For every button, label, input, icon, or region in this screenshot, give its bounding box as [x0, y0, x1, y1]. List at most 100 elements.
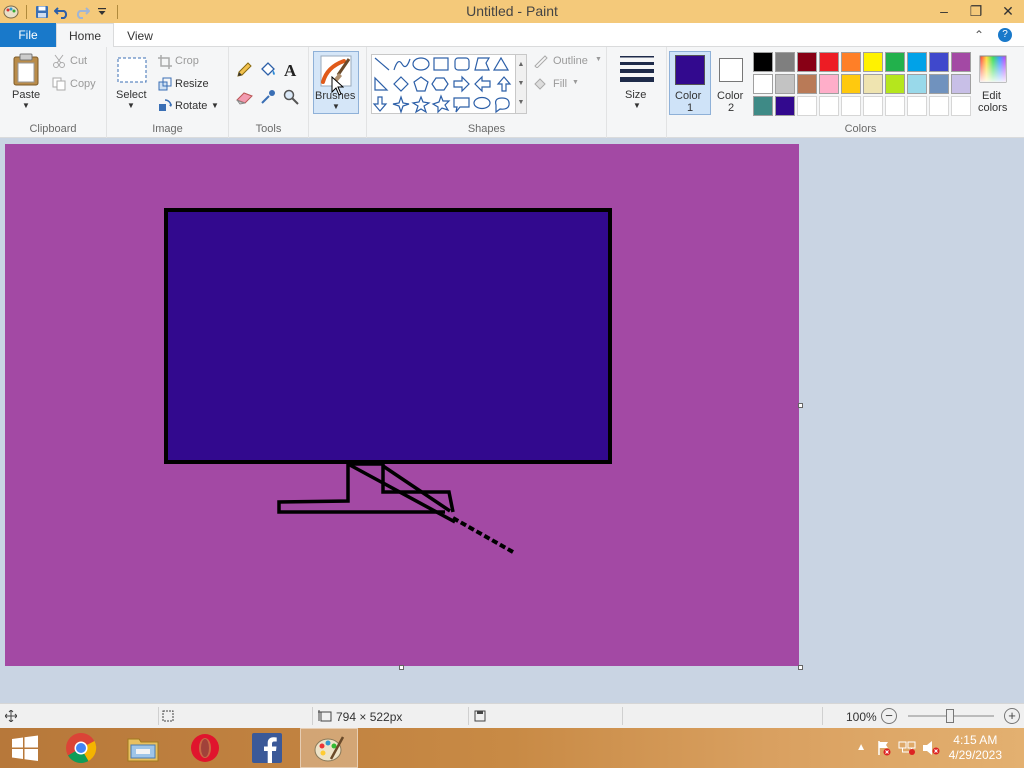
palette-swatch[interactable]	[753, 52, 773, 72]
size-icon[interactable]	[620, 55, 654, 86]
fill-button[interactable]: Fill	[553, 78, 567, 90]
taskbar-facebook[interactable]	[238, 728, 296, 768]
palette-swatch[interactable]	[885, 52, 905, 72]
palette-swatch[interactable]	[907, 52, 927, 72]
eraser-icon[interactable]	[236, 91, 254, 108]
taskbar-opera[interactable]	[176, 728, 234, 768]
palette-swatch[interactable]	[929, 52, 949, 72]
outline-dropdown-icon[interactable]: ▼	[595, 56, 602, 63]
restore-button[interactable]: ❐	[960, 0, 992, 22]
palette-swatch[interactable]	[885, 96, 905, 116]
color2-label[interactable]: Color	[717, 90, 743, 102]
select-button[interactable]: Select	[116, 89, 147, 101]
taskbar-file-explorer[interactable]	[114, 728, 172, 768]
brushes-dropdown-icon[interactable]: ▼	[332, 102, 340, 111]
copy-button[interactable]: Copy	[70, 78, 96, 90]
edit-colors-icon[interactable]	[979, 55, 1007, 86]
zoom-slider-thumb[interactable]	[946, 709, 954, 723]
outline-icon	[533, 54, 549, 71]
palette-swatch[interactable]	[753, 74, 773, 94]
help-icon[interactable]: ?	[998, 28, 1012, 42]
select-icon[interactable]	[117, 57, 147, 86]
canvas-resize-handle-bottom[interactable]	[399, 665, 404, 670]
palette-swatch[interactable]	[863, 74, 883, 94]
color2-swatch[interactable]	[719, 58, 743, 82]
palette-swatch[interactable]	[775, 74, 795, 94]
select-dropdown-icon[interactable]: ▼	[127, 101, 135, 110]
palette-swatch[interactable]	[819, 74, 839, 94]
paste-button[interactable]: Paste	[12, 89, 40, 101]
palette-swatch[interactable]	[819, 96, 839, 116]
taskbar-chrome[interactable]	[52, 728, 110, 768]
fill-bucket-icon[interactable]	[259, 61, 277, 82]
palette-swatch[interactable]	[907, 96, 927, 116]
cut-button[interactable]: Cut	[70, 55, 87, 67]
palette-swatch[interactable]	[797, 74, 817, 94]
crop-button[interactable]: Crop	[175, 55, 199, 67]
palette-swatch[interactable]	[907, 74, 927, 94]
size-dropdown-icon[interactable]: ▼	[633, 101, 641, 110]
fill-dropdown-icon[interactable]: ▼	[572, 79, 579, 86]
network-icon[interactable]	[898, 740, 916, 759]
taskbar-clock[interactable]: 4:15 AM 4/29/2023	[949, 733, 1002, 763]
text-tool-icon[interactable]: A	[284, 61, 296, 81]
start-button[interactable]	[0, 728, 50, 768]
paste-icon[interactable]	[12, 53, 40, 90]
work-area[interactable]	[0, 139, 1024, 703]
palette-swatch[interactable]	[819, 52, 839, 72]
paste-dropdown-icon[interactable]: ▼	[22, 101, 30, 110]
edit-colors-label-line2[interactable]: colors	[978, 102, 1007, 114]
zoom-in-button[interactable]: +	[1004, 708, 1020, 724]
outline-button[interactable]: Outline	[553, 55, 588, 67]
palette-swatch[interactable]	[841, 74, 861, 94]
resize-button[interactable]: Resize	[175, 78, 209, 90]
drawing-canvas[interactable]	[5, 144, 799, 666]
close-button[interactable]: ✕	[992, 0, 1024, 22]
color-picker-icon[interactable]	[260, 89, 276, 108]
shapes-group: ▲ ▼ ▼ Outline ▼ Fill ▼ Shapes	[367, 47, 607, 138]
triangle-shape-icon	[492, 56, 510, 71]
palette-swatch[interactable]	[841, 96, 861, 116]
palette-swatch[interactable]	[951, 96, 971, 116]
palette-swatch[interactable]	[863, 96, 883, 116]
shapes-scroll[interactable]: ▲ ▼ ▼	[515, 54, 527, 114]
palette-swatch[interactable]	[951, 74, 971, 94]
customize-qat-icon[interactable]	[93, 3, 111, 21]
action-center-icon[interactable]	[876, 740, 892, 759]
tab-view[interactable]: View	[114, 23, 166, 48]
tab-file[interactable]: File	[0, 23, 56, 47]
minimize-ribbon-icon[interactable]: ⌃	[974, 28, 984, 42]
canvas-resize-handle-right[interactable]	[798, 403, 803, 408]
minimize-button[interactable]: –	[928, 0, 960, 22]
tab-home[interactable]: Home	[56, 23, 114, 48]
palette-swatch[interactable]	[841, 52, 861, 72]
palette-swatch[interactable]	[797, 52, 817, 72]
palette-swatch[interactable]	[929, 96, 949, 116]
rotate-dropdown-icon[interactable]: ▼	[211, 101, 219, 110]
show-hidden-icons-icon[interactable]: ▲	[856, 742, 866, 753]
palette-swatch[interactable]	[775, 52, 795, 72]
palette-swatch[interactable]	[863, 52, 883, 72]
tools-group-label: Tools	[255, 123, 282, 135]
palette-swatch[interactable]	[775, 96, 795, 116]
edit-colors-label[interactable]: Edit	[982, 90, 1001, 102]
crop-icon	[158, 55, 172, 72]
size-button[interactable]: Size	[625, 89, 646, 101]
volume-muted-icon[interactable]	[922, 740, 940, 759]
pencil-icon[interactable]	[236, 62, 252, 81]
zoom-out-button[interactable]: −	[881, 708, 897, 724]
palette-swatch[interactable]	[753, 96, 773, 116]
palette-swatch[interactable]	[797, 96, 817, 116]
magnifier-icon[interactable]	[283, 89, 299, 108]
taskbar-paint[interactable]	[300, 728, 358, 768]
undo-icon[interactable]	[53, 3, 71, 21]
redo-icon[interactable]	[73, 3, 91, 21]
canvas-resize-handle-corner[interactable]	[798, 665, 803, 670]
shapes-gallery[interactable]	[371, 54, 521, 114]
paint-app-icon[interactable]	[2, 3, 20, 21]
rotate-button[interactable]: Rotate	[175, 100, 207, 112]
palette-swatch[interactable]	[885, 74, 905, 94]
palette-swatch[interactable]	[929, 74, 949, 94]
palette-swatch[interactable]	[951, 52, 971, 72]
save-icon[interactable]	[33, 3, 51, 21]
